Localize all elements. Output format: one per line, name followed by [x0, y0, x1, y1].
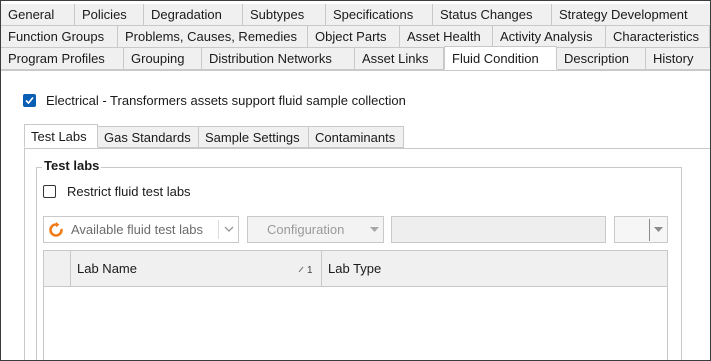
tab-contaminants[interactable]: Contaminants [309, 126, 404, 148]
caret-down-icon [654, 227, 663, 232]
sort-order-indicator: 1 [307, 265, 313, 276]
window-frame: General Policies Degradation Subtypes Sp… [0, 0, 711, 361]
tab-fluid-condition[interactable]: Fluid Condition [444, 46, 557, 70]
inner-tab-strip: Test Labs Gas Standards Sample Settings … [24, 124, 404, 149]
tab-content-border [1, 70, 710, 71]
tab-grouping[interactable]: Grouping [124, 48, 202, 70]
fluid-sample-checkbox[interactable] [23, 94, 36, 107]
tab-history[interactable]: History [646, 48, 710, 70]
refresh-icon [49, 222, 63, 237]
fluid-sample-label: Electrical - Transformers assets support… [46, 93, 406, 108]
grid-column-divider [321, 251, 322, 286]
available-test-labs-text: Available fluid test labs [71, 222, 204, 237]
restrict-test-labs-label: Restrict fluid test labs [67, 184, 191, 199]
test-labs-group-title: Test labs [42, 158, 102, 173]
picker-divider [649, 219, 650, 241]
tab-strategy-development[interactable]: Strategy Development [552, 4, 710, 26]
column-header-lab-name[interactable]: Lab Name [77, 251, 137, 286]
checkmark-icon [25, 96, 34, 105]
tab-general[interactable]: General [1, 4, 75, 26]
tab-distribution-networks[interactable]: Distribution Networks [202, 48, 355, 70]
tab-gas-standards[interactable]: Gas Standards [98, 126, 199, 148]
dropdown-divider [218, 220, 219, 239]
grid-header: Lab Name 1 Lab Type [44, 251, 667, 287]
configuration-dropdown[interactable]: Configuration [247, 216, 384, 243]
available-test-labs-dropdown[interactable]: Available fluid test labs [43, 216, 239, 243]
sort-ascending-icon [298, 266, 304, 273]
tab-function-groups[interactable]: Function Groups [1, 26, 118, 48]
tab-problems-causes-remedies[interactable]: Problems, Causes, Remedies [118, 26, 308, 48]
configuration-value-field[interactable] [391, 216, 606, 243]
tab-asset-links[interactable]: Asset Links [355, 48, 444, 70]
tab-description[interactable]: Description [557, 48, 646, 70]
tab-asset-health[interactable]: Asset Health [400, 26, 493, 48]
test-labs-grid[interactable]: Lab Name 1 Lab Type [43, 250, 668, 360]
tab-row-1: General Policies Degradation Subtypes Sp… [1, 4, 710, 26]
chevron-down-icon [224, 226, 234, 232]
grid-column-divider [70, 251, 71, 286]
tab-activity-analysis[interactable]: Activity Analysis [493, 26, 606, 48]
tab-degradation[interactable]: Degradation [144, 4, 243, 26]
tab-program-profiles[interactable]: Program Profiles [1, 48, 124, 70]
tab-row-2: Function Groups Problems, Causes, Remedi… [1, 26, 710, 48]
column-header-lab-type[interactable]: Lab Type [328, 251, 381, 286]
tab-policies[interactable]: Policies [75, 4, 144, 26]
tab-status-changes[interactable]: Status Changes [433, 4, 552, 26]
tab-test-labs[interactable]: Test Labs [24, 124, 98, 148]
color-picker-dropdown[interactable] [614, 216, 668, 243]
tab-characteristics[interactable]: Characteristics [606, 26, 710, 48]
caret-down-icon [370, 227, 379, 232]
tab-object-parts[interactable]: Object Parts [308, 26, 400, 48]
tab-sample-settings[interactable]: Sample Settings [199, 126, 309, 148]
restrict-test-labs-checkbox[interactable] [43, 185, 56, 198]
tab-specifications[interactable]: Specifications [326, 4, 433, 26]
tab-row-3: Program Profiles Grouping Distribution N… [1, 46, 710, 70]
tab-subtypes[interactable]: Subtypes [243, 4, 326, 26]
configuration-text: Configuration [267, 222, 345, 237]
